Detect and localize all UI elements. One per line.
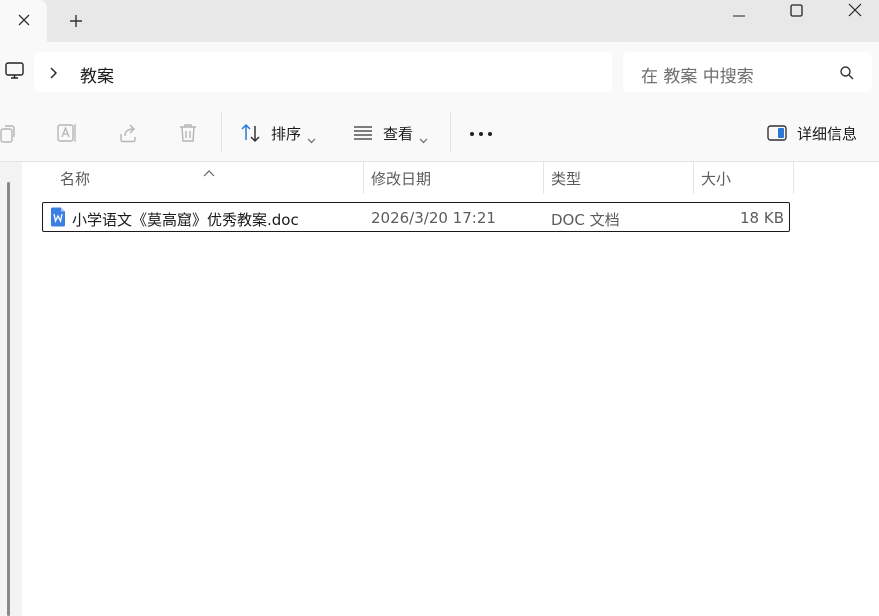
file-name: 小学语文《莫高窟》优秀教案.doc [72,211,299,229]
toolbar-divider [450,112,451,152]
tab[interactable] [0,0,47,42]
delete-icon[interactable] [177,122,199,144]
chevron-down-icon [419,129,428,144]
view-label: 查看 [383,125,414,143]
close-tab-icon[interactable] [17,12,31,31]
column-type-label: 类型 [551,169,582,188]
sort-label: 排序 [271,125,302,143]
close-icon [848,2,862,21]
toolbar-divider [221,112,222,152]
details-pane-icon [766,122,788,144]
computer-icon[interactable] [4,61,26,81]
column-name-label: 名称 [60,169,91,188]
more-options-button[interactable] [462,116,500,148]
rename-icon[interactable] [56,122,78,144]
column-divider[interactable] [363,162,364,194]
command-bar: 排序 查看 详细信息 [0,102,879,162]
chevron-down-icon [307,129,316,144]
table-row[interactable]: 小学语文《莫高窟》优秀教案.doc 2026/3/20 17:21 DOC 文档… [42,202,790,232]
search-icon[interactable] [839,65,855,81]
window-close-button[interactable] [832,0,878,22]
column-header-modified[interactable]: 修改日期 [371,162,541,194]
chevron-right-icon[interactable] [48,65,58,79]
navigation-scrollbar[interactable] [7,182,10,616]
sort-button[interactable]: 排序 [232,110,328,154]
column-header-size[interactable]: 大小 [701,162,791,194]
search-placeholder: 在 教案 中搜索 [641,67,754,87]
details-button[interactable]: 详细信息 [760,114,870,150]
breadcrumb-folder[interactable]: 教案 [80,62,114,87]
column-header-name[interactable]: 名称 [60,162,360,194]
view-list-icon [352,122,374,144]
file-size: 18 KB [740,209,784,227]
search-input[interactable]: 在 教案 中搜索 [623,52,872,92]
file-modified: 2026/3/20 17:21 [371,209,496,227]
sort-icon [240,122,262,144]
maximize-button[interactable] [773,0,819,22]
column-header-type[interactable]: 类型 [551,162,691,194]
address-row: 教案 在 教案 中搜索 [0,42,879,102]
column-size-label: 大小 [701,169,732,188]
file-list: 名称 修改日期 类型 大小 小学语文《莫高窟》优秀教案.doc 2026/3/2… [22,162,879,616]
column-modified-label: 修改日期 [371,169,432,188]
view-button[interactable]: 查看 [344,110,440,154]
word-doc-icon [50,207,66,227]
column-divider[interactable] [543,162,544,194]
plus-icon [69,13,83,32]
more-icon [469,122,493,141]
copy-icon[interactable] [0,122,18,144]
breadcrumb[interactable]: 教案 [34,52,612,92]
minimize-button[interactable] [716,0,762,22]
minimize-icon [733,2,745,21]
maximize-icon [789,2,803,21]
column-divider[interactable] [793,162,794,194]
share-icon[interactable] [117,122,139,144]
navigation-pane [0,162,22,616]
details-label: 详细信息 [797,125,858,143]
column-divider[interactable] [693,162,694,194]
title-bar [0,0,879,42]
new-tab-button[interactable] [62,8,90,36]
file-type: DOC 文档 [551,211,620,229]
